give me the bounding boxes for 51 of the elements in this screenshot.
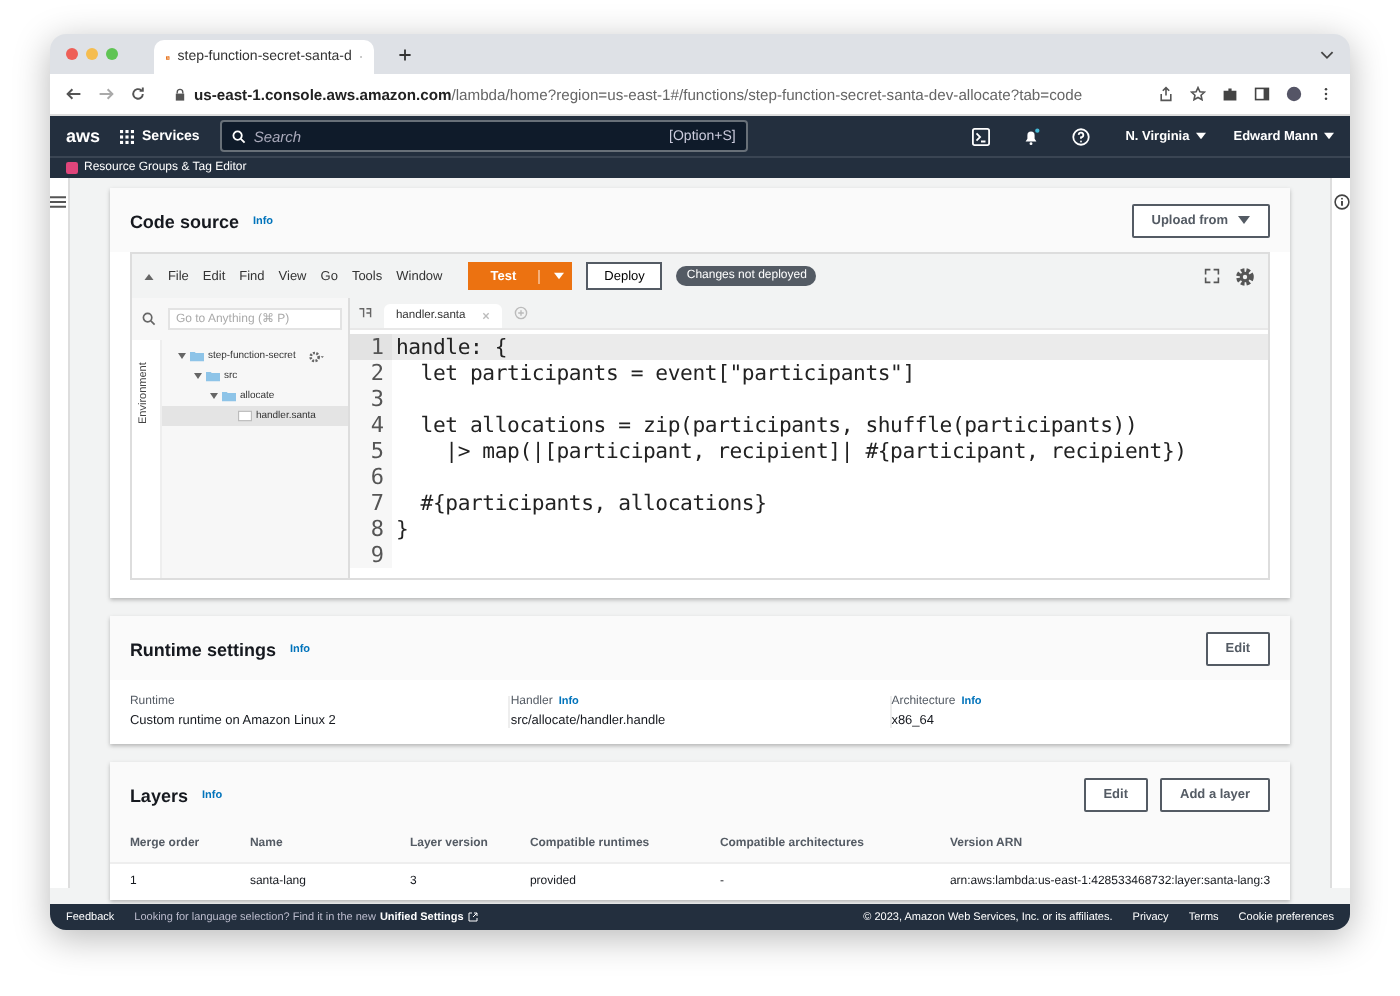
code-line: } [393, 517, 409, 541]
caret-icon [1238, 216, 1251, 224]
search-icon[interactable] [141, 312, 156, 326]
line-number: 9 [349, 542, 392, 568]
caret-icon[interactable] [209, 392, 218, 400]
new-tab-icon[interactable] [398, 47, 412, 61]
lock-icon [174, 87, 186, 101]
sidebar-icon[interactable] [1254, 86, 1270, 102]
chevron-down-icon[interactable] [1320, 49, 1334, 59]
menu-icon[interactable] [50, 194, 67, 210]
line-number: 4 [349, 412, 392, 438]
line-number: 2 [349, 360, 392, 386]
info-icon[interactable] [1333, 194, 1350, 210]
caret-icon[interactable] [554, 271, 565, 279]
line-number: 1 [349, 334, 392, 360]
code-line: let allocations = zip(participants, shuffle(participants)) [418, 413, 1138, 437]
panel-title: Layers [129, 785, 188, 805]
file-icon [237, 410, 252, 422]
line-number: 8 [349, 516, 392, 542]
settings-icon[interactable] [1234, 265, 1257, 287]
caret-icon[interactable] [177, 352, 186, 360]
code-line: #{participants, allocations} [418, 491, 767, 515]
code-line: |> map(|[participant, recipient]| #{participant, recipient}) [443, 439, 1187, 463]
caret-icon [1324, 131, 1334, 139]
collapse-icon[interactable] [143, 273, 154, 279]
resource-groups-icon [66, 162, 78, 174]
line-number: 3 [349, 386, 392, 412]
terminal-icon[interactable] [971, 127, 990, 145]
close-light-icon[interactable] [66, 48, 78, 60]
help-icon[interactable] [1071, 127, 1090, 145]
code-line: handle: { [393, 335, 508, 359]
share-icon[interactable] [1158, 86, 1174, 102]
caret-icon [1195, 131, 1206, 139]
panel-title: Runtime settings [129, 639, 276, 659]
back-icon[interactable] [66, 86, 82, 102]
panel-title: Code source [129, 211, 239, 231]
profile-avatar-icon[interactable] [1286, 86, 1302, 102]
reload-icon[interactable] [130, 86, 146, 102]
settings-icon[interactable] [307, 349, 324, 363]
search-icon [231, 129, 246, 143]
star-icon[interactable] [1190, 86, 1206, 102]
line-number: 6 [349, 464, 392, 490]
code-line: let participants = event["participants"] [418, 361, 915, 385]
line-number: 7 [349, 490, 392, 516]
fullscreen-icon[interactable] [1204, 268, 1221, 284]
external-link-icon [467, 912, 478, 922]
grid-icon [120, 129, 135, 143]
aws-logo[interactable]: aws [66, 126, 101, 146]
line-number: 5 [349, 438, 392, 464]
caret-icon[interactable] [193, 372, 202, 380]
bell-icon[interactable] [1021, 127, 1040, 145]
